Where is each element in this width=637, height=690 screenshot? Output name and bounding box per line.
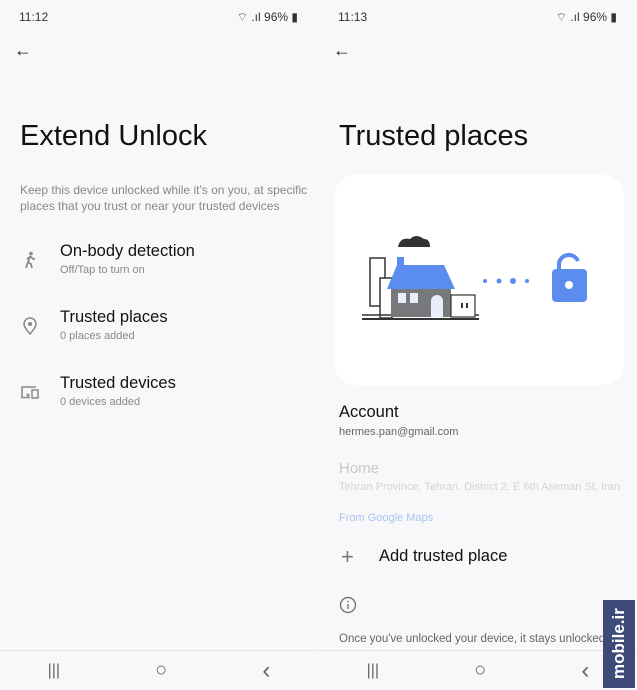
account-email: hermes.pan@gmail.com [339, 426, 459, 438]
back-arrow-icon[interactable]: ← [14, 40, 32, 61]
item-title: On-body detection [60, 242, 195, 260]
status-bar: 11:13 ⌔ .ıl 96% ▮ [338, 10, 617, 25]
extend-unlock-screen: 11:12 ⌔ .ıl 96% ▮ ← Extend Unlock Keep th… [0, 0, 318, 690]
status-time: 11:12 [19, 10, 49, 24]
item-subtitle: 0 devices added [60, 396, 141, 408]
status-icons: ⌔ .ıl 96% ▮ [236, 10, 298, 24]
item-title: Trusted devices [60, 374, 176, 392]
account-label: Account [339, 403, 399, 421]
list-item-on-body-detection[interactable]: On-body detection Off/Tap to turn on [20, 242, 310, 286]
back-button[interactable]: ‹ [581, 657, 589, 685]
page-description: Keep this device unlocked while it's on … [20, 183, 308, 213]
battery-level: 96% [583, 10, 608, 24]
page-title: Trusted places [339, 120, 529, 152]
home-button[interactable]: ○ [155, 659, 167, 682]
devices-icon [21, 386, 39, 399]
status-time: 11:13 [338, 10, 368, 24]
item-title: Trusted places [60, 308, 168, 326]
plus-icon: + [341, 544, 354, 569]
status-icons: ⌔ .ıl 96% ▮ [555, 10, 617, 24]
back-button[interactable]: ‹ [262, 657, 270, 685]
list-item-trusted-devices[interactable]: Trusted devices 0 devices added [20, 374, 310, 418]
watermark-logo: mobile.ir [603, 600, 635, 688]
walking-person-icon [25, 251, 35, 269]
recents-button[interactable]: ||| [48, 662, 60, 680]
house-lock-illustration [362, 236, 587, 320]
navigation-bar: ||| ○ ‹ [319, 650, 637, 690]
navigation-bar: ||| ○ ‹ [0, 650, 318, 690]
page-title: Extend Unlock [20, 120, 207, 152]
back-arrow-icon[interactable]: ← [333, 40, 351, 61]
info-text: Once you've unlocked your device, it sta… [339, 633, 606, 645]
item-subtitle: Off/Tap to turn on [60, 264, 145, 276]
home-button[interactable]: ○ [474, 659, 486, 682]
list-item-trusted-places[interactable]: Trusted places 0 places added [20, 308, 310, 352]
item-subtitle: 0 places added [60, 330, 135, 342]
trusted-places-illustration [334, 175, 624, 385]
trusted-places-screen: 11:13 ⌔ .ıl 96% ▮ ← Trusted places Accoun… [319, 0, 637, 690]
battery-level: 96% [264, 10, 289, 24]
place-name: Home [339, 460, 380, 477]
add-trusted-place-label: Add trusted place [379, 547, 508, 565]
place-address: Tehran Province, Tehran, District 2, E 6… [339, 481, 621, 493]
location-pin-icon [23, 317, 37, 336]
recents-button[interactable]: ||| [367, 662, 379, 680]
info-icon [339, 596, 357, 614]
place-source: From Google Maps [339, 512, 434, 524]
status-bar: 11:12 ⌔ .ıl 96% ▮ [19, 10, 298, 25]
